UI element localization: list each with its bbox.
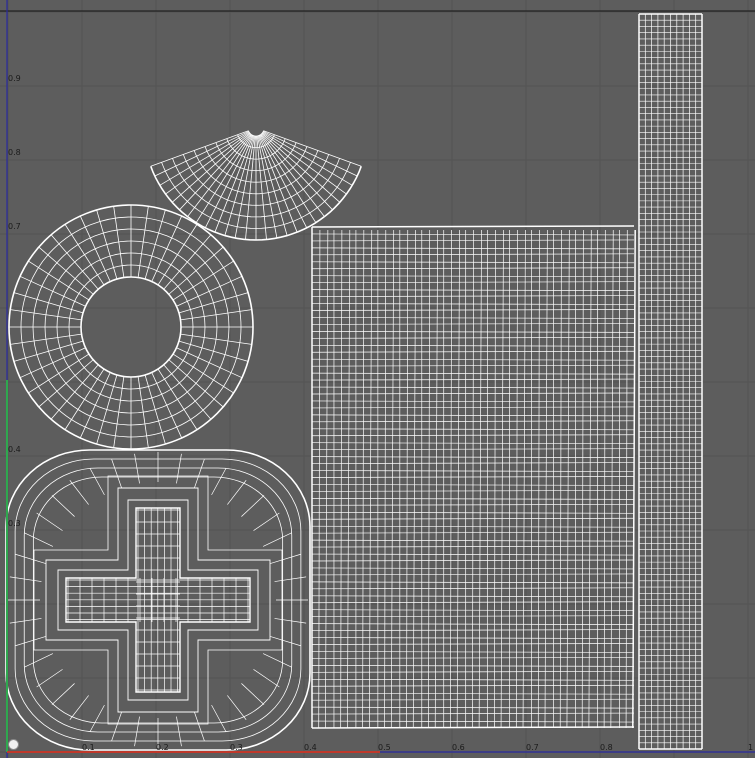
uv-shell-ring[interactable] xyxy=(8,204,254,450)
u-tick-label: 0.1 xyxy=(82,743,95,752)
uv-shell-disk-cross[interactable] xyxy=(5,449,311,751)
uv-editor-viewport[interactable]: 0.1 0.2 0.3 0.4 0.5 0.6 0.7 0.8 1 0.9 0.… xyxy=(0,0,755,758)
u-tick-label: 0.5 xyxy=(378,743,391,752)
u-tick-label: 1 xyxy=(748,743,754,752)
v-tick-label: 0.4 xyxy=(8,445,21,454)
u-tick-label: 0.7 xyxy=(526,743,539,752)
uv-shell-strip[interactable] xyxy=(638,13,703,750)
v-tick-label: 0.3 xyxy=(8,519,21,528)
u-tick-label: 0.3 xyxy=(230,743,243,752)
v-tick-label: 0.8 xyxy=(8,148,21,157)
v-tick-label: 0.7 xyxy=(8,222,21,231)
uv-origin-marker[interactable] xyxy=(8,739,19,750)
u-tick-label: 0.2 xyxy=(156,743,169,752)
uv-shell-fan-arc[interactable] xyxy=(150,130,362,241)
u-tick-label: 0.6 xyxy=(452,743,465,752)
u-tick-label: 0.8 xyxy=(600,743,613,752)
u-tick-label: 0.4 xyxy=(304,743,317,752)
v-tick-label: 0.9 xyxy=(8,74,21,83)
uv-canvas[interactable] xyxy=(0,0,755,758)
uv-shell-rectangle-grid[interactable] xyxy=(311,225,636,729)
